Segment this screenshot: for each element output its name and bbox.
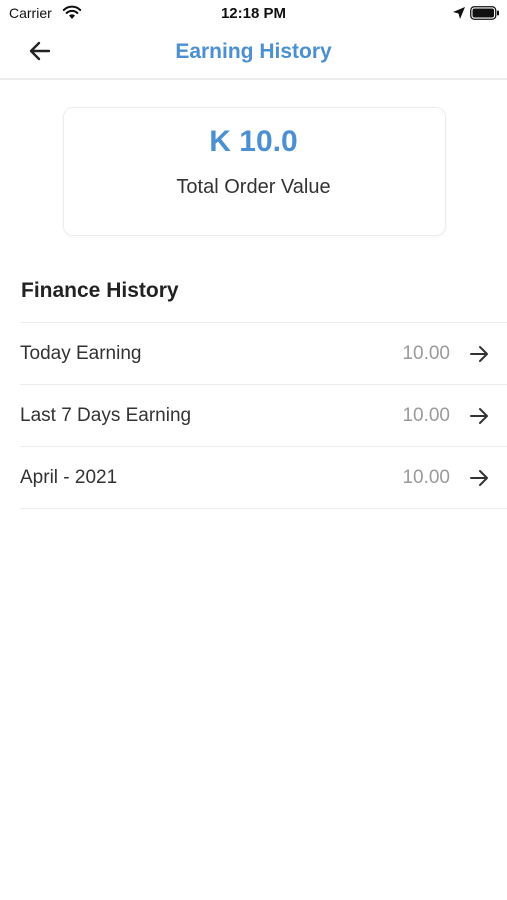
row-value: 10.00 <box>402 343 450 364</box>
row-label: Last 7 Days Earning <box>20 405 192 426</box>
arrow-right-icon <box>469 406 489 426</box>
battery-icon <box>470 6 500 25</box>
status-bar: Carrier 12:18 PM <box>0 0 507 28</box>
history-row-month[interactable]: April - 2021 10.00 <box>20 447 507 509</box>
arrow-right-icon <box>469 344 489 364</box>
nav-bar: Earning History <box>0 28 507 80</box>
row-value: 10.00 <box>402 405 450 426</box>
total-order-label: Total Order Value <box>176 176 331 198</box>
page-title: Earning History <box>175 40 332 63</box>
row-label: Today Earning <box>20 343 142 364</box>
row-value: 10.00 <box>402 467 450 488</box>
row-label: April - 2021 <box>20 467 118 488</box>
finance-history-list: Today Earning 10.00 Last 7 Days Earning … <box>20 322 507 509</box>
location-arrow-icon <box>452 6 466 25</box>
earning-history-screen: Carrier 12:18 PM Earning History K 10.0 … <box>0 0 507 900</box>
history-row-today[interactable]: Today Earning 10.00 <box>20 323 507 385</box>
total-order-amount: K 10.0 <box>209 125 298 158</box>
arrow-right-icon <box>469 468 489 488</box>
status-time: 12:18 PM <box>220 5 287 22</box>
finance-history-title: Finance History <box>21 279 179 302</box>
history-row-last-7-days[interactable]: Last 7 Days Earning 10.00 <box>20 385 507 447</box>
